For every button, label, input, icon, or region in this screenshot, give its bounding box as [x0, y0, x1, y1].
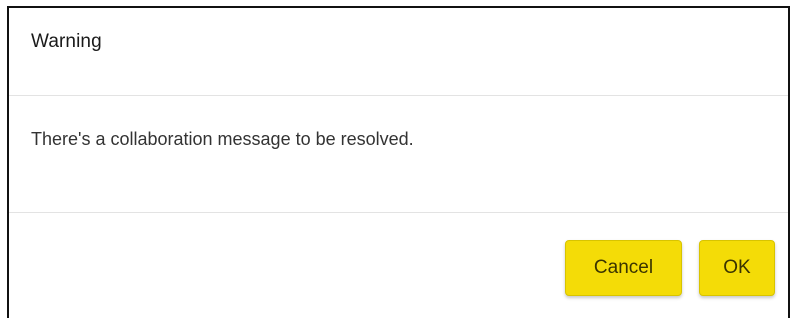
cancel-button[interactable]: Cancel [565, 240, 682, 296]
ok-button[interactable]: OK [699, 240, 775, 296]
dialog-header: Warning [9, 8, 788, 96]
dialog-footer: Cancel OK [9, 213, 788, 320]
dialog-message: There's a collaboration message to be re… [31, 129, 414, 149]
warning-dialog: Warning There's a collaboration message … [7, 6, 790, 318]
dialog-body: There's a collaboration message to be re… [9, 96, 788, 213]
dialog-title: Warning [31, 31, 102, 52]
